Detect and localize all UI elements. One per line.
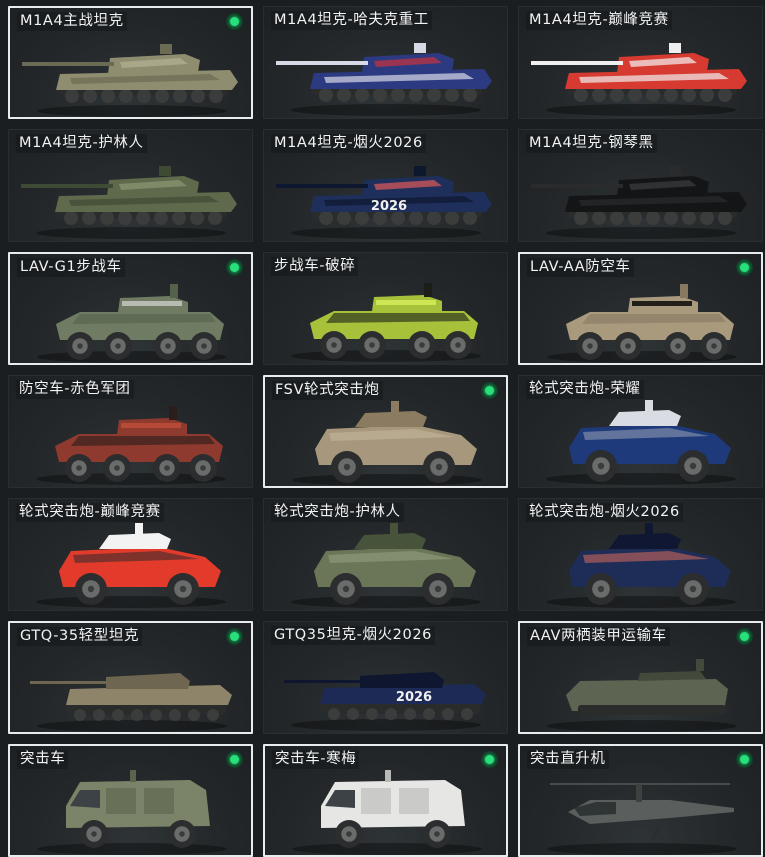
vehicle-skin-card[interactable]: M1A4坦克-哈夫克重工 [263,6,508,119]
vehicle-skin-name: GTQ35坦克-烟火2026 [271,626,435,645]
vehicle-skin-name: FSV轮式突击炮 [272,381,383,400]
vehicle-skin-card[interactable]: LAV-AA防空车 [518,252,763,365]
vehicle-skin-name: 突击车-寒梅 [272,750,360,769]
vehicle-skin-name: 突击直升机 [527,750,609,769]
vehicle-skin-name: GTQ-35轻型坦克 [17,627,143,646]
owned-status-icon [481,382,498,399]
owned-status-icon [481,751,498,768]
vehicle-skin-name: 步战车-破碎 [271,257,359,276]
owned-status-icon [736,751,753,768]
vehicle-skin-card[interactable]: AAV两栖装甲运输车 [518,621,763,734]
vehicle-skin-card[interactable]: 突击车 [8,744,253,857]
vehicle-skin-card[interactable]: M1A4坦克-护林人 [8,129,253,242]
vehicle-skin-card[interactable]: GTQ-35轻型坦克 [8,621,253,734]
vehicle-skin-card[interactable]: LAV-G1步战车 [8,252,253,365]
vehicle-skin-name: LAV-AA防空车 [527,258,634,277]
vehicle-skin-name: M1A4坦克-巅峰竞赛 [526,11,672,30]
vehicle-skin-card[interactable]: 轮式突击炮-烟火2026 [518,498,763,611]
vehicle-skin-card[interactable]: 2026 M1A4坦克-烟火2026 [263,129,508,242]
vehicle-skin-name: M1A4坦克-钢琴黑 [526,134,657,153]
vehicle-skin-card[interactable]: 2026 GTQ35坦克-烟火2026 [263,621,508,734]
owned-status-icon [226,259,243,276]
vehicle-skin-card[interactable]: 步战车-破碎 [263,252,508,365]
vehicle-skin-grid: M1A4主战坦克 M1A4坦克-哈夫克重工 M1A4坦克-巅峰竞赛 M1A4坦克-护林… [0,0,765,857]
vehicle-skin-card[interactable]: M1A4主战坦克 [8,6,253,119]
vehicle-skin-card[interactable]: FSV轮式突击炮 [263,375,508,488]
owned-status-icon [226,628,243,645]
owned-status-icon [736,628,753,645]
vehicle-skin-name: 轮式突击炮-荣耀 [526,380,644,399]
vehicle-skin-name: 防空车-赤色军团 [16,380,134,399]
vehicle-skin-name: 突击车 [17,750,69,769]
owned-status-icon [736,259,753,276]
vehicle-skin-card[interactable]: M1A4坦克-钢琴黑 [518,129,763,242]
vehicle-skin-card[interactable]: 轮式突击炮-护林人 [263,498,508,611]
vehicle-skin-name: M1A4坦克-护林人 [16,134,147,153]
vehicle-skin-card[interactable]: 轮式突击炮-荣耀 [518,375,763,488]
vehicle-skin-card[interactable]: 防空车-赤色军团 [8,375,253,488]
owned-status-icon [226,13,243,30]
vehicle-skin-name: LAV-G1步战车 [17,258,125,277]
owned-status-icon [226,751,243,768]
vehicle-skin-card[interactable]: M1A4坦克-巅峰竞赛 [518,6,763,119]
svg-text:2026: 2026 [396,690,432,705]
vehicle-skin-name: 轮式突击炮-烟火2026 [526,503,683,522]
vehicle-skin-name: 轮式突击炮-巅峰竞赛 [16,503,164,522]
vehicle-skin-name: 轮式突击炮-护林人 [271,503,404,522]
vehicle-skin-name: M1A4坦克-哈夫克重工 [271,11,432,30]
vehicle-skin-card[interactable]: 轮式突击炮-巅峰竞赛 [8,498,253,611]
svg-text:2026: 2026 [371,199,407,214]
vehicle-skin-card[interactable]: 突击直升机 [518,744,763,857]
vehicle-skin-card[interactable]: 突击车-寒梅 [263,744,508,857]
vehicle-skin-name: AAV两栖装甲运输车 [527,627,670,646]
vehicle-skin-name: M1A4坦克-烟火2026 [271,134,426,153]
vehicle-skin-name: M1A4主战坦克 [17,12,127,31]
